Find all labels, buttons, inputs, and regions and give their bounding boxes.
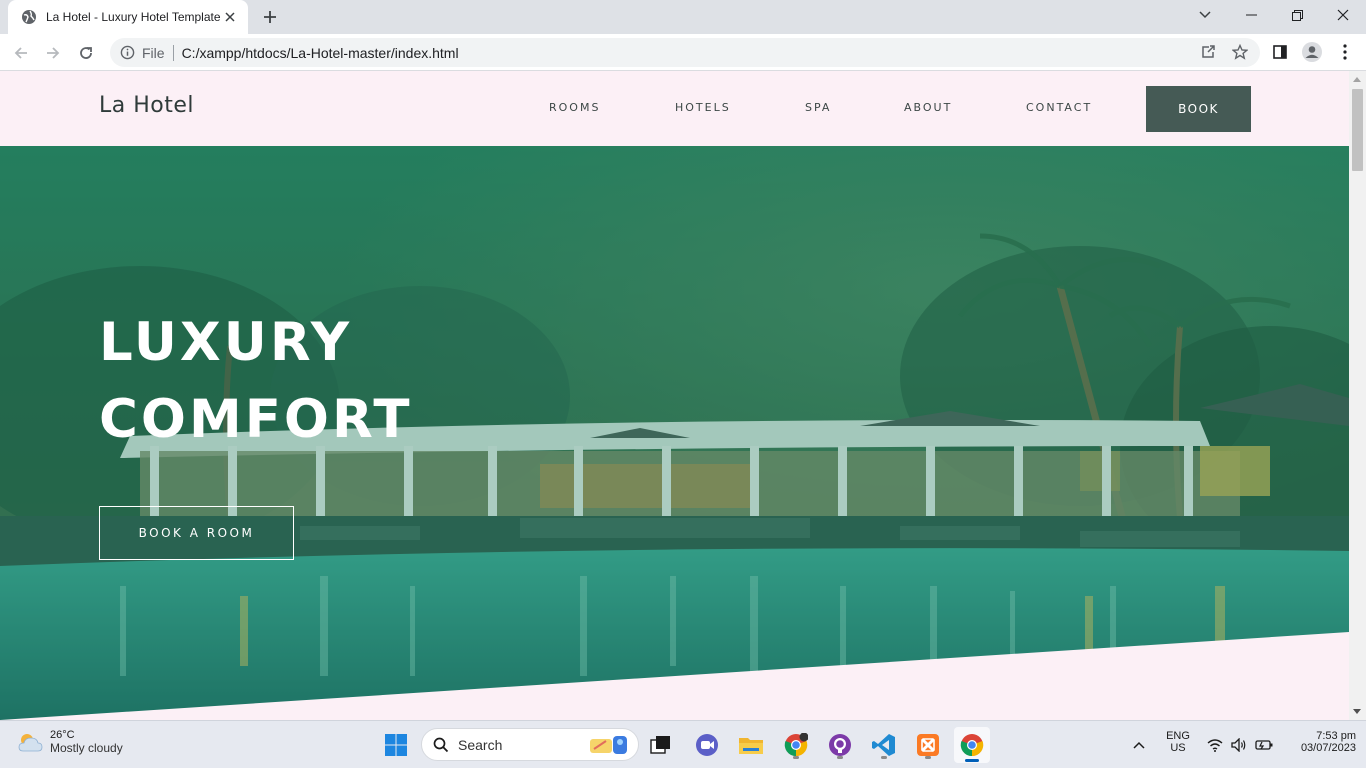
scroll-thumb[interactable]: [1352, 89, 1363, 171]
language-code: ENG: [1166, 730, 1190, 742]
vscode-icon[interactable]: [868, 729, 900, 761]
running-indicator: [881, 756, 887, 759]
url-scheme: File: [142, 44, 174, 61]
active-indicator: [965, 759, 979, 762]
search-icon: [433, 737, 449, 753]
page-viewport: La Hotel ROOMS HOTELS SPA ABOUT CONTACT …: [0, 71, 1349, 720]
hero-title-line-1: LUXURY: [99, 312, 353, 373]
page-scrollbar[interactable]: [1349, 71, 1366, 720]
nav-link-about[interactable]: ABOUT: [904, 101, 952, 114]
nav-link-rooms[interactable]: ROOMS: [549, 101, 600, 114]
file-explorer-icon[interactable]: [735, 729, 767, 761]
volume-icon[interactable]: [1228, 729, 1250, 761]
weather-temperature: 26°C: [50, 729, 75, 741]
info-icon[interactable]: [120, 45, 136, 61]
teams-chat-icon[interactable]: [691, 729, 723, 761]
clock-date: 03/07/2023: [1300, 742, 1356, 754]
tray-chevron-up-icon[interactable]: [1126, 729, 1152, 761]
running-indicator: [925, 756, 931, 759]
menu-kebab-icon[interactable]: [1333, 40, 1357, 64]
profile-avatar-icon[interactable]: [1300, 40, 1324, 64]
hero-title: LUXURY COMFORT: [99, 304, 619, 458]
xampp-icon[interactable]: [912, 729, 944, 761]
close-tab-icon[interactable]: [222, 9, 238, 25]
tab-strip: La Hotel - Luxury Hotel Template: [0, 0, 1366, 34]
bookmark-star-icon[interactable]: [1228, 40, 1252, 64]
side-panel-icon[interactable]: [1268, 40, 1292, 64]
chrome-profile-icon[interactable]: [780, 729, 812, 761]
windows-taskbar: 26°C Mostly cloudy Search ENG US 7:53 pm…: [0, 720, 1366, 768]
taskbar-search-box[interactable]: Search: [421, 728, 639, 761]
forward-button[interactable]: [40, 40, 66, 66]
restore-button[interactable]: [1274, 0, 1320, 30]
hero-section: LUXURY COMFORT BOOK A ROOM: [0, 146, 1349, 720]
clock-time: 7:53 pm: [1316, 730, 1356, 742]
chrome-active-icon[interactable]: [954, 727, 990, 763]
running-indicator: [837, 756, 843, 759]
battery-icon[interactable]: [1252, 729, 1276, 761]
hero-title-line-2: COMFORT: [99, 389, 413, 450]
share-icon[interactable]: [1196, 40, 1220, 64]
scroll-up-arrow-icon[interactable]: [1353, 77, 1361, 82]
weather-widget[interactable]: 26°C Mostly cloudy: [16, 729, 123, 755]
search-label: Search: [458, 736, 503, 753]
clock[interactable]: 7:53 pm 03/07/2023: [1284, 730, 1356, 754]
book-button[interactable]: BOOK: [1146, 86, 1251, 132]
browser-tab[interactable]: La Hotel - Luxury Hotel Template: [8, 0, 248, 34]
nav-link-contact[interactable]: CONTACT: [1026, 101, 1092, 114]
browser-toolbar: File C:/xampp/htdocs/La-Hotel-master/ind…: [0, 34, 1366, 71]
github-desktop-icon[interactable]: [824, 729, 856, 761]
tab-title: La Hotel - Luxury Hotel Template: [46, 10, 221, 24]
reload-button[interactable]: [73, 40, 99, 66]
language-indicator[interactable]: ENG US: [1160, 730, 1196, 754]
nav-link-spa[interactable]: SPA: [805, 101, 831, 114]
scroll-down-arrow-icon[interactable]: [1353, 709, 1361, 714]
weather-condition: Mostly cloudy: [50, 741, 123, 755]
address-bar[interactable]: File C:/xampp/htdocs/La-Hotel-master/ind…: [110, 38, 1260, 67]
running-indicator: [793, 756, 799, 759]
book-a-room-button[interactable]: BOOK A ROOM: [99, 506, 294, 560]
start-icon[interactable]: [380, 729, 412, 761]
new-tab-button[interactable]: [258, 6, 282, 28]
region-code: US: [1170, 742, 1186, 754]
task-view-icon[interactable]: [645, 729, 677, 761]
cloud-icon: [16, 731, 44, 753]
site-header: La Hotel ROOMS HOTELS SPA ABOUT CONTACT …: [0, 71, 1349, 146]
back-button[interactable]: [8, 40, 34, 66]
site-logo[interactable]: La Hotel: [99, 93, 194, 118]
wifi-icon[interactable]: [1204, 729, 1226, 761]
url-text[interactable]: C:/xampp/htdocs/La-Hotel-master/index.ht…: [182, 45, 459, 61]
close-window-button[interactable]: [1320, 0, 1366, 30]
globe-icon: [21, 9, 37, 25]
tab-search-button[interactable]: [1182, 0, 1228, 30]
minimize-button[interactable]: [1228, 0, 1274, 30]
nav-link-hotels[interactable]: HOTELS: [675, 101, 731, 114]
search-highlight-icon: [586, 733, 632, 757]
